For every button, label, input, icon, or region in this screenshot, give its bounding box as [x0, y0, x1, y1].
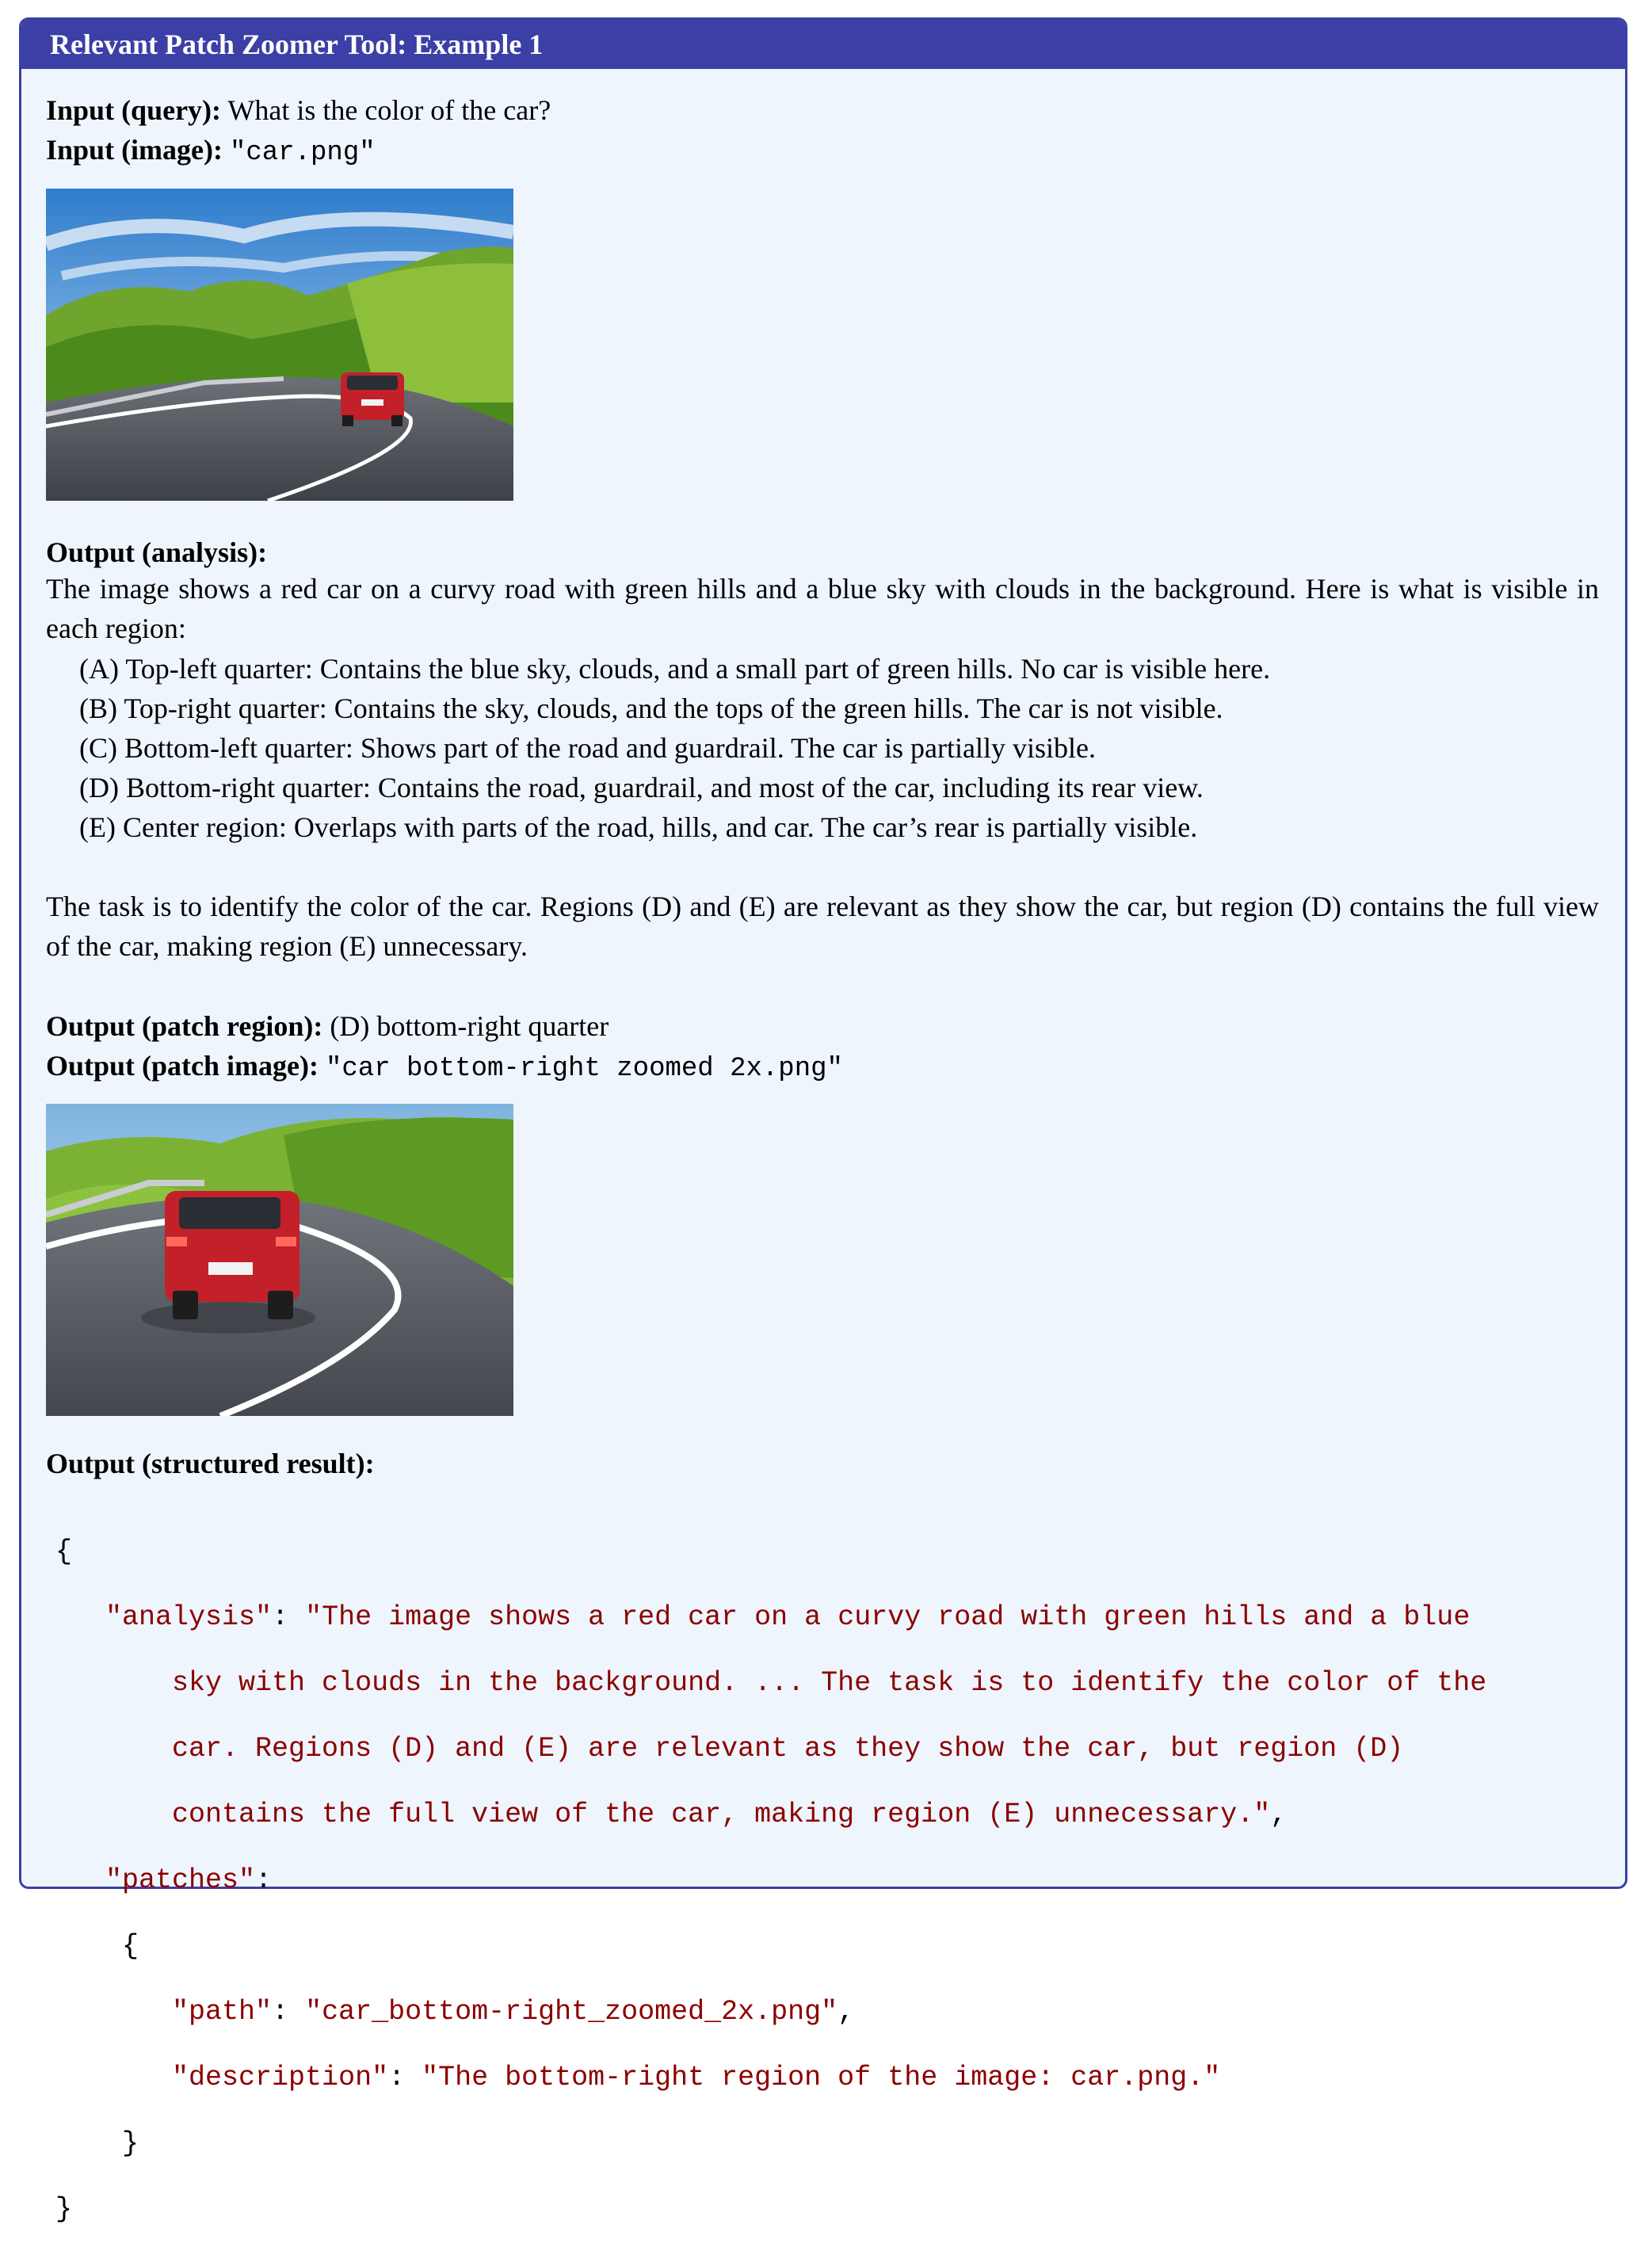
car-photo-illustration [46, 189, 513, 501]
patches-key: "patches" [105, 1864, 256, 1896]
path-colon: : [272, 1995, 306, 2028]
query-line: Input (query): What is the color of the … [46, 90, 551, 130]
inner-close-brace: } [122, 2127, 139, 2159]
code-open-brace: { [55, 1536, 1486, 1569]
code-path-line: "path": "car_bottom-right_zoomed_2x.png"… [55, 1996, 1486, 2029]
description-key: "description" [172, 2061, 389, 2093]
patch-image-line: Output (patch image): "car bottom-right … [46, 1046, 843, 1089]
close-brace: } [55, 2192, 73, 2225]
image-line: Input (image): "car.png" [46, 130, 376, 173]
analysis-label: Output (analysis): [46, 536, 268, 568]
analysis-value-2: sky with clouds in the background. ... T… [172, 1666, 1487, 1699]
analysis-comma: , [1270, 1798, 1288, 1830]
description-colon: : [388, 2061, 422, 2093]
region-item-b: (B) Top-right quarter: Contains the sky,… [79, 693, 1223, 724]
analysis-conclusion: The task is to identify the color of the… [46, 891, 1599, 962]
image-filename: "car.png" [230, 138, 376, 168]
region-item-c: (C) Bottom-left quarter: Shows part of t… [79, 732, 1096, 764]
query-label: Input (query): [46, 94, 222, 126]
description-value: "The bottom-right region of the image: c… [422, 2061, 1221, 2093]
code-close-brace: } [55, 2193, 1486, 2227]
inner-open-brace: { [122, 1929, 139, 1962]
analysis-intro: The image shows a red car on a curvy roa… [46, 573, 1599, 644]
patch-region-value: (D) bottom-right quarter [330, 1010, 609, 1042]
analysis-value-4: contains the full view of the car, makin… [172, 1798, 1271, 1830]
image-label: Input (image): [46, 134, 223, 166]
open-brace: { [55, 1535, 73, 1567]
code-inner-close: } [55, 2127, 1486, 2161]
patch-region-label: Output (patch region): [46, 1010, 323, 1042]
region-item-e: (E) Center region: Overlaps with parts o… [79, 811, 1198, 843]
code-description-line: "description": "The bottom-right region … [55, 2062, 1486, 2095]
patch-image-filename: "car bottom-right zoomed 2x.png" [326, 1054, 843, 1084]
analysis-value-1: "The image shows a red car on a curvy ro… [305, 1601, 1471, 1633]
analysis-key: "analysis" [105, 1601, 273, 1633]
box-title: Relevant Patch Zoomer Tool: Example 1 [21, 20, 1625, 69]
input-car-image [46, 189, 513, 501]
patches-colon: : [255, 1864, 273, 1896]
analysis-value-3: car. Regions (D) and (E) are relevant as… [172, 1732, 1404, 1765]
query-text: What is the color of the car? [227, 94, 551, 126]
structured-label: Output (structured result): [46, 1448, 375, 1479]
patch-image-label: Output (patch image): [46, 1050, 319, 1082]
zoomed-car-image [46, 1104, 513, 1416]
path-comma: , [837, 1995, 855, 2028]
code-analysis-line-2: sky with clouds in the background. ... T… [55, 1667, 1486, 1700]
code-patches-line: "patches": [55, 1864, 1486, 1898]
region-item-a: (A) Top-left quarter: Contains the blue … [79, 653, 1271, 685]
structured-label-line: Output (structured result): [46, 1444, 375, 1483]
code-analysis-line-4: contains the full view of the car, makin… [55, 1799, 1486, 1832]
analysis-colon: : [272, 1601, 306, 1633]
zoomed-photo-illustration [46, 1104, 513, 1416]
code-block: { "analysis": "The image shows a red car… [55, 1502, 1486, 2259]
code-analysis-line: "analysis": "The image shows a red car o… [55, 1601, 1486, 1635]
region-item-d: (D) Bottom-right quarter: Contains the r… [79, 772, 1204, 803]
path-key: "path" [172, 1995, 273, 2028]
code-analysis-line-3: car. Regions (D) and (E) are relevant as… [55, 1733, 1486, 1766]
patch-region-line: Output (patch region): (D) bottom-right … [46, 1006, 609, 1046]
code-inner-open: { [55, 1930, 1486, 1963]
analysis-label-line: Output (analysis): [46, 532, 267, 572]
path-value: "car_bottom-right_zoomed_2x.png" [305, 1995, 838, 2028]
